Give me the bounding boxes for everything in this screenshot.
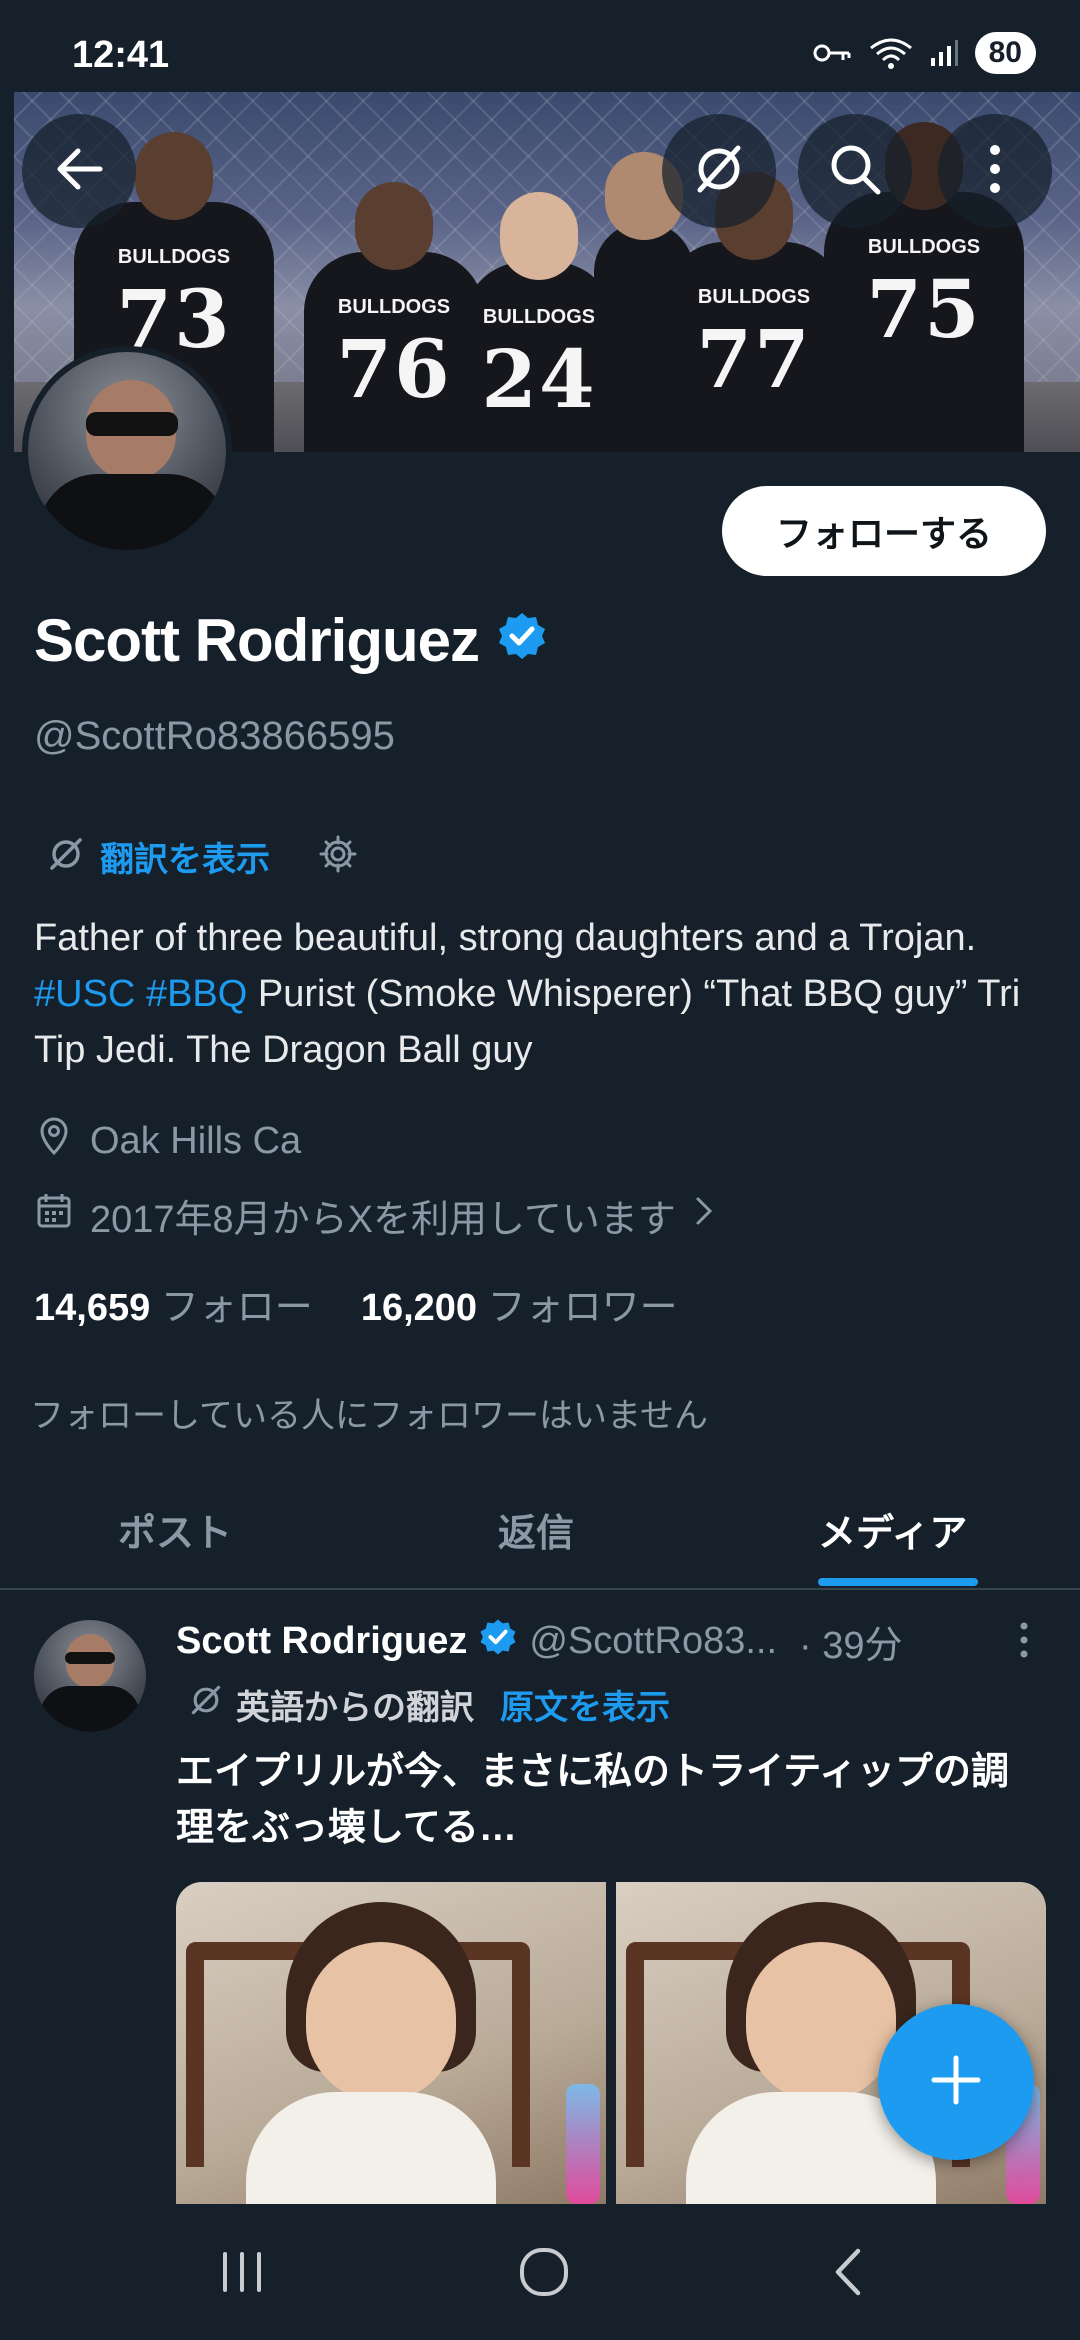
more-vertical-icon [985, 140, 1005, 203]
profile-name-row: Scott Rodriguez [34, 606, 547, 675]
tab-media[interactable]: メディア [818, 1502, 967, 1557]
banner-player: BULLDOGS 76 [304, 182, 484, 452]
status-bar: 12:41 80 [0, 0, 1080, 92]
signal-icon [929, 38, 959, 68]
banner-player: BULLDOGS 75 [824, 122, 1024, 452]
home-circle-icon [518, 2246, 570, 2303]
hashtag-usc[interactable]: #USC [34, 973, 135, 1015]
translate-bio-row: 翻訳を表示 [46, 832, 358, 881]
settings-gear-icon[interactable] [318, 834, 358, 879]
followers-stat[interactable]: 16,200 フォロワー [361, 1276, 678, 1331]
profile-joined[interactable]: 2017年8月からXを利用しています [36, 1188, 714, 1243]
battery-icon: 80 [974, 32, 1036, 74]
no-mutual-followers-text: フォローしている人にフォロワーはいません [30, 1397, 708, 1435]
system-nav-bar [0, 2204, 1080, 2340]
compose-post-button[interactable] [878, 2004, 1034, 2160]
recent-apps-button[interactable] [212, 2244, 272, 2304]
profile-name: Scott Rodriguez [34, 607, 480, 674]
calendar-icon [36, 1192, 72, 1240]
profile-avatar[interactable] [22, 346, 232, 556]
wifi-icon [869, 36, 913, 70]
followers-count: 16,200 [360, 1287, 478, 1329]
back-chevron-icon [828, 2247, 868, 2302]
status-icons: 80 [813, 32, 1036, 74]
search-button[interactable] [798, 114, 912, 228]
back-arrow-icon [52, 142, 106, 201]
tab-replies[interactable]: 返信 [498, 1502, 574, 1557]
post-media-image[interactable] [176, 1882, 606, 2204]
following-stat[interactable]: 14,659 フォロー [34, 1276, 313, 1331]
more-options-button[interactable] [938, 114, 1052, 228]
show-translation-link[interactable]: 翻訳を表示 [100, 832, 270, 881]
follow-button[interactable]: フォローする [722, 486, 1046, 576]
more-vertical-icon [1010, 1622, 1038, 1666]
back-button[interactable] [22, 114, 136, 228]
profile-handle: @ScottRo83866595 [34, 714, 395, 758]
home-button[interactable] [514, 2244, 574, 2304]
banner-player: BULLDOGS 24 [464, 192, 614, 452]
recent-apps-icon [217, 2250, 267, 2299]
post-more-button[interactable] [1010, 1618, 1038, 1667]
translate-icon [188, 1682, 224, 1727]
tab-posts[interactable]: ポスト [118, 1502, 232, 1557]
verified-badge-icon [479, 1618, 517, 1666]
plus-icon [928, 2052, 984, 2113]
profile-location: Oak Hills Ca [36, 1116, 301, 1166]
bio-space [135, 973, 146, 1015]
active-tab-indicator [818, 1578, 978, 1586]
vpn-key-icon [813, 41, 853, 65]
followers-label: フォロワー [487, 1287, 678, 1329]
hashtag-bbq[interactable]: #BBQ [146, 973, 247, 1015]
following-label: フォロー [160, 1287, 313, 1329]
following-count: 14,659 [34, 1287, 151, 1329]
post-author-handle: @ScottRo83... [529, 1620, 778, 1662]
translate-off-icon [690, 140, 748, 203]
verified-badge-icon[interactable] [497, 606, 547, 675]
post-header: Scott Rodriguez @ScottRo83... · 39分 [176, 1614, 1036, 1669]
status-time: 12:41 [72, 34, 170, 76]
bio-text: Father of three beautiful, strong daught… [34, 917, 977, 959]
profile-tabs: ポスト 返信 メディア [0, 1466, 1080, 1590]
location-text: Oak Hills Ca [90, 1119, 302, 1162]
chevron-right-icon [694, 1194, 714, 1237]
post-text: エイプリルが今、まさに私のトライティップの調理をぶっ壊してる… [176, 1751, 1009, 1849]
profile-stats: 14,659 フォロー 16,200 フォロワー [34, 1276, 678, 1331]
post-timestamp: · 39分 [799, 1625, 903, 1667]
back-nav-button[interactable] [818, 2244, 878, 2304]
post-author-name[interactable]: Scott Rodriguez [176, 1620, 467, 1663]
post-translation-row: 英語からの翻訳 原文を表示 [188, 1680, 670, 1729]
banner-player: BULLDOGS 77 [664, 172, 844, 452]
search-icon [826, 140, 884, 203]
location-pin-icon [36, 1116, 72, 1166]
translate-icon [46, 834, 86, 879]
show-original-link[interactable]: 原文を表示 [500, 1680, 670, 1729]
profile-bio: Father of three beautiful, strong daught… [34, 910, 1044, 1078]
translate-toggle-button[interactable] [662, 114, 776, 228]
joined-text: 2017年8月からXを利用しています [90, 1199, 676, 1241]
post-avatar[interactable] [34, 1620, 146, 1732]
translated-from-label: 英語からの翻訳 [236, 1689, 474, 1727]
